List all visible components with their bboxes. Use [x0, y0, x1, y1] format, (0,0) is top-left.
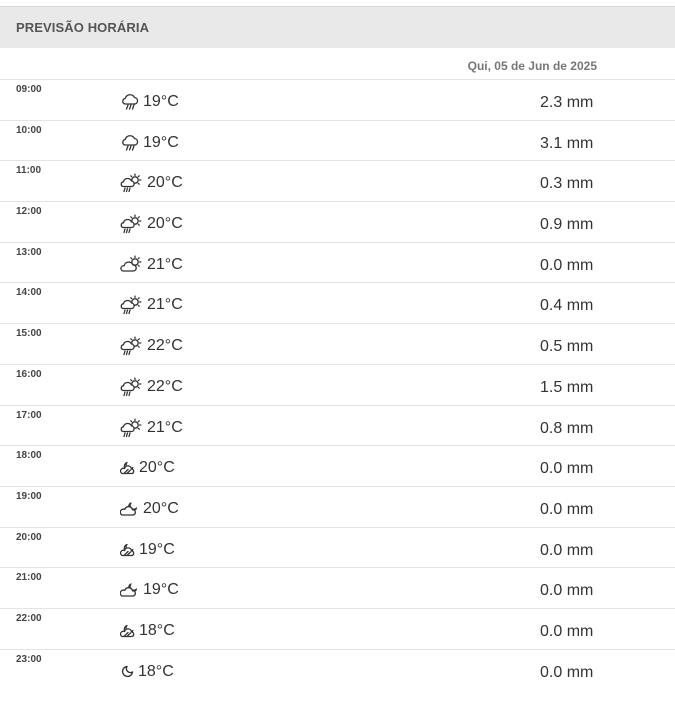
row-temperature: 19°C [143, 93, 179, 110]
forecast-row: 14:00 21°C 0.4 mm [0, 283, 675, 325]
row-weather: 19°C [120, 541, 175, 559]
sun-cloud-rain-icon [120, 418, 144, 438]
moon-cloud-icon [120, 582, 140, 598]
row-temperature: 22°C [147, 377, 183, 395]
row-weather: 19°C [120, 93, 179, 111]
row-precipitation: 0.0 mm [540, 500, 594, 518]
row-time: 18:00 [16, 450, 42, 462]
row-precipitation: 3.1 mm [540, 134, 594, 152]
row-temperature: 19°C [139, 540, 175, 558]
row-temperature: 19°C [143, 581, 179, 599]
row-time: 22:00 [16, 612, 42, 624]
row-weather: 19°C [120, 134, 179, 152]
row-temperature: 21°C [147, 418, 183, 436]
forecast-row: 20:00 19°C 0.0 mm [0, 528, 675, 569]
row-weather: 22°C [120, 377, 183, 397]
sun-cloud-rain-icon [120, 295, 144, 315]
sun-cloud-rain-icon [120, 336, 144, 356]
row-precipitation: 0.9 mm [540, 216, 594, 234]
date-row: Qui, 05 de Jun de 2025 [0, 48, 675, 80]
forecast-row: 18:00 20°C 0.0 mm [0, 446, 675, 487]
row-time: 17:00 [16, 409, 42, 421]
row-weather: 20°C [120, 214, 183, 234]
date-label: Qui, 05 de Jun de 2025 [467, 59, 597, 73]
row-precipitation: 0.0 mm [540, 622, 594, 640]
row-temperature: 22°C [147, 337, 183, 355]
row-weather: 21°C [120, 295, 183, 315]
row-precipitation: 0.0 mm [540, 256, 594, 274]
page-title: PREVISÃO HORÁRIA [16, 20, 150, 35]
row-weather: 20°C [120, 459, 175, 477]
forecast-row: 21:00 19°C 0.0 mm [0, 568, 675, 609]
row-time: 19:00 [16, 490, 42, 502]
cloud-rain-icon [120, 93, 140, 111]
row-weather: 18°C [120, 622, 175, 640]
row-temperature: 19°C [143, 133, 179, 151]
row-time: 21:00 [16, 572, 42, 584]
moon-cloud-hatched-icon [120, 460, 136, 476]
row-precipitation: 0.0 mm [540, 582, 594, 600]
sun-cloud-rain-icon [120, 214, 144, 234]
row-temperature: 20°C [143, 499, 179, 517]
row-precipitation: 0.0 mm [540, 663, 594, 681]
moon-cloud-icon [120, 501, 140, 517]
row-temperature: 21°C [147, 255, 183, 273]
sun-cloud-rain-icon [120, 173, 144, 193]
row-time: 12:00 [16, 206, 42, 218]
row-temperature: 20°C [147, 174, 183, 192]
forecast-list: 09:00 19°C 2.3 mm 10:00 19°C 3.1 mm 11:00 20°C 0… [0, 80, 675, 690]
sun-cloud-rain-icon [120, 377, 144, 397]
forecast-row: 15:00 22°C 0.5 mm [0, 324, 675, 365]
forecast-row: 09:00 19°C 2.3 mm [0, 80, 675, 121]
row-temperature: 18°C [139, 621, 175, 639]
row-weather: 22°C [120, 336, 183, 356]
row-time: 10:00 [16, 124, 42, 136]
forecast-row: 13:00 21°C 0.0 mm [0, 243, 675, 284]
row-time: 13:00 [16, 246, 42, 258]
row-precipitation: 0.8 mm [540, 419, 594, 437]
row-weather: 19°C [120, 581, 179, 599]
row-precipitation: 1.5 mm [540, 378, 594, 396]
forecast-row: 23:00 18°C 0.0 mm [0, 650, 675, 691]
row-temperature: 20°C [139, 459, 175, 477]
row-temperature: 18°C [138, 662, 174, 680]
row-precipitation: 2.3 mm [540, 94, 594, 111]
row-time: 15:00 [16, 328, 42, 340]
forecast-row: 22:00 18°C 0.0 mm [0, 609, 675, 650]
moon-cloud-hatched-icon [120, 542, 136, 558]
forecast-row: 16:00 22°C 1.5 mm [0, 365, 675, 406]
row-precipitation: 0.3 mm [540, 175, 594, 193]
row-weather: 18°C [120, 663, 174, 681]
row-precipitation: 0.0 mm [540, 460, 594, 478]
row-temperature: 21°C [147, 296, 183, 314]
row-time: 11:00 [16, 165, 42, 177]
row-weather: 20°C [120, 173, 183, 193]
row-temperature: 20°C [147, 215, 183, 233]
row-time: 09:00 [16, 84, 42, 95]
row-precipitation: 0.5 mm [540, 338, 594, 356]
forecast-row: 12:00 20°C 0.9 mm [0, 202, 675, 243]
row-time: 20:00 [16, 531, 42, 543]
header-bar: PREVISÃO HORÁRIA [0, 6, 675, 48]
forecast-row: 11:00 20°C 0.3 mm [0, 161, 675, 203]
cloud-rain-icon [120, 134, 140, 152]
row-time: 16:00 [16, 368, 42, 380]
forecast-row: 19:00 20°C 0.0 mm [0, 487, 675, 528]
moon-cloud-hatched-icon [120, 623, 136, 639]
row-precipitation: 0.4 mm [540, 297, 594, 315]
row-time: 14:00 [16, 287, 42, 299]
row-weather: 20°C [120, 500, 179, 518]
moon-icon [120, 664, 135, 679]
forecast-row: 10:00 19°C 3.1 mm [0, 121, 675, 162]
row-weather: 21°C [120, 418, 183, 438]
forecast-row: 17:00 21°C 0.8 mm [0, 406, 675, 447]
row-weather: 21°C [120, 255, 183, 275]
row-precipitation: 0.0 mm [540, 541, 594, 559]
partly-cloudy-icon [120, 255, 144, 275]
row-time: 23:00 [16, 653, 42, 665]
